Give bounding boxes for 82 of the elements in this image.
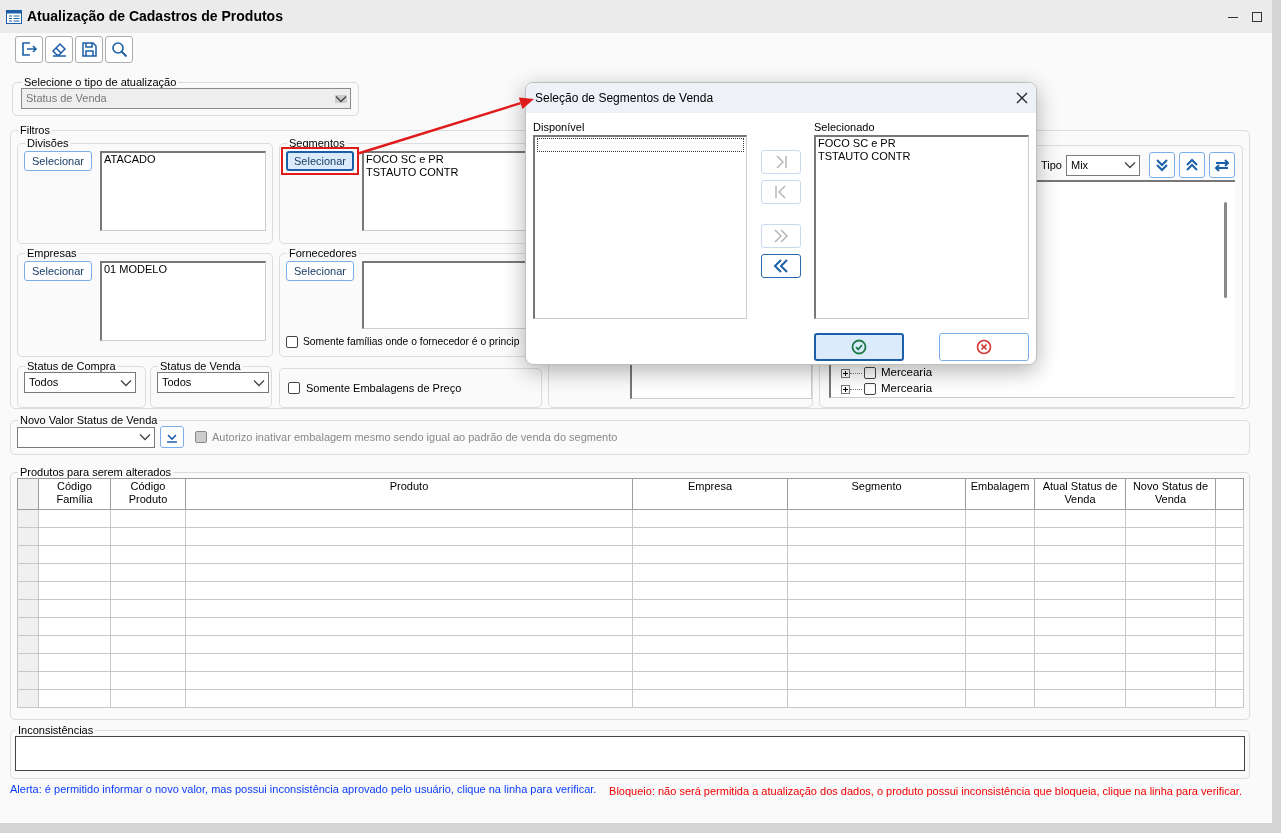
alert-message: Alerta: é permitido informar o novo valor, mas possui inconsistência aprovado pelo usuário, clique na linha para verificar. xyxy=(10,783,597,798)
list-item[interactable]: FOCO SC e PR xyxy=(366,153,527,167)
select-button[interactable]: Selecionar xyxy=(24,261,92,282)
column-header[interactable]: Código Produto xyxy=(110,478,186,510)
list-box[interactable] xyxy=(533,135,747,320)
chevron-down-icon xyxy=(335,94,347,103)
checkbox[interactable] xyxy=(286,336,298,349)
list-label: Disponível xyxy=(533,121,586,135)
checkbox-label: Somente Embalagens de Preço xyxy=(306,381,462,395)
list-item[interactable]: TSTAUTO CONTR xyxy=(818,150,1026,164)
checkbox[interactable] xyxy=(864,367,876,380)
group-label: Status de Venda xyxy=(159,360,242,373)
column-header[interactable]: Embalagem xyxy=(965,478,1035,510)
group-label: Status de Compra xyxy=(26,360,117,373)
list-item[interactable]: FOCO SC e PR xyxy=(818,137,1026,151)
dialog-title: Seleção de Segmentos de Venda xyxy=(535,90,714,106)
list-item[interactable]: 01 MODELO xyxy=(104,263,263,277)
checkbox[interactable] xyxy=(864,383,876,396)
group-label: Selecione o tipo de atualização xyxy=(23,76,178,89)
chevron-down-icon xyxy=(120,378,132,387)
group-label: Novo Valor Status de Venda xyxy=(19,414,159,427)
chevron-down-icon xyxy=(139,433,151,442)
save-icon xyxy=(79,40,99,59)
cancel-button[interactable] xyxy=(939,333,1029,362)
chevron-down-icon xyxy=(1124,161,1136,170)
tree-item-label[interactable]: Mercearia xyxy=(881,382,933,397)
tree-item-label[interactable]: Mercearia xyxy=(881,366,933,381)
list-box[interactable]: FOCO SC e PR TSTAUTO CONTR xyxy=(814,135,1029,320)
maximize-icon xyxy=(1252,11,1262,22)
group-label: Produtos para serem alterados xyxy=(19,466,173,479)
checkbox-label: Somente famílias onde o fornecedor é o princip xyxy=(303,336,520,349)
tree-button[interactable] xyxy=(1179,152,1205,179)
dropdown[interactable]: Todos xyxy=(157,372,269,394)
toolbar-button[interactable] xyxy=(105,36,133,63)
select-button[interactable]: Selecionar xyxy=(24,151,92,172)
search-icon xyxy=(109,40,129,59)
toolbar-button[interactable] xyxy=(15,36,43,63)
list-box[interactable]: 01 MODELO xyxy=(100,261,266,342)
chevron-down-icon xyxy=(253,378,265,387)
dropdown[interactable]: Mix xyxy=(1066,154,1140,176)
close-button[interactable] xyxy=(1016,92,1028,104)
group-label: Divisões xyxy=(26,137,70,150)
group-label: Inconsistências xyxy=(17,724,95,737)
select-button[interactable]: Selecionar xyxy=(286,261,354,282)
toolbar-button[interactable] xyxy=(75,36,103,63)
tree-button[interactable] xyxy=(1209,152,1235,179)
alert-message: Bloqueio: não será permitida a atualização dos dados, o produto possui inconsistência que bloqueia, clique na linha para verificar. xyxy=(609,785,1242,799)
field-label: Tipo xyxy=(1041,158,1062,172)
text-area[interactable] xyxy=(15,736,1245,772)
toolbar-button[interactable] xyxy=(45,36,73,63)
eraser-icon xyxy=(49,40,69,59)
confirm-button[interactable] xyxy=(814,333,904,362)
close-icon xyxy=(1016,92,1028,104)
column-header[interactable]: Segmento xyxy=(787,478,966,510)
tree-button[interactable] xyxy=(1149,152,1175,179)
double-chevron-left-icon xyxy=(772,257,790,275)
form-icon xyxy=(6,9,22,24)
group-label: Fornecedores xyxy=(288,247,358,260)
dropdown[interactable] xyxy=(17,426,155,448)
list-box[interactable]: ATACADO xyxy=(100,151,266,232)
column-header[interactable]: Código Família xyxy=(38,478,111,510)
checkbox-label: Autorizo inativar embalagem mesmo sendo igual ao padrão de venda do segmento xyxy=(212,430,618,444)
transfer-button[interactable] xyxy=(761,254,801,278)
column-header[interactable]: Empresa xyxy=(632,478,788,510)
group-label: Empresas xyxy=(26,247,78,260)
double-chevron-right-icon xyxy=(772,227,790,245)
list-item[interactable]: TSTAUTO CONTR xyxy=(366,166,527,180)
column-header[interactable]: Produto xyxy=(185,478,633,510)
group-label: Filtros xyxy=(19,124,51,137)
checkbox[interactable] xyxy=(288,382,300,395)
check-circle-icon xyxy=(851,339,867,356)
exit-icon xyxy=(19,40,39,59)
dropdown[interactable]: Todos xyxy=(24,372,136,394)
column-header[interactable]: Novo Status de Venda xyxy=(1125,478,1216,510)
window-title: Atualização de Cadastros de Produtos xyxy=(27,8,283,25)
column-header[interactable]: Atual Status de Venda xyxy=(1034,478,1126,510)
list-label: Selecionado xyxy=(814,121,876,135)
list-item[interactable]: ATACADO xyxy=(104,153,263,167)
apply-button[interactable] xyxy=(160,426,184,449)
x-circle-icon xyxy=(976,339,992,356)
group-label: Segmentos xyxy=(288,137,346,150)
select-button[interactable]: Selecionar xyxy=(286,151,354,172)
